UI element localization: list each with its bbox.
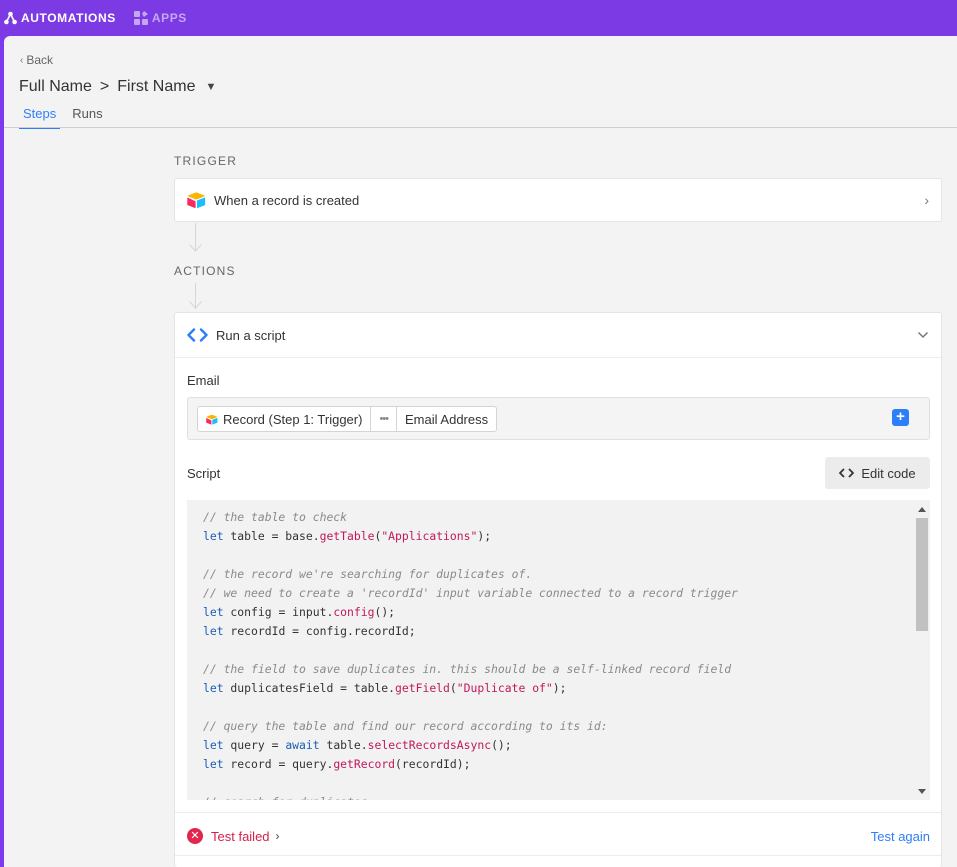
code-icon [187, 328, 208, 342]
nav-apps-label: APPS [151, 11, 187, 25]
script-label: Script [187, 466, 221, 481]
apps-icon [133, 11, 148, 25]
code-line: let query = await table.selectRecordsAsy… [203, 738, 512, 752]
run-script-card: Run a script Email Record (Step 1: Trigg… [174, 312, 942, 867]
code-line: let recordId = config.recordId; [203, 624, 416, 638]
test-status-row: ✕ Test failed › Test again [187, 824, 930, 848]
email-input-field[interactable]: Record (Step 1: Trigger) ••• Email Addre… [187, 397, 930, 440]
chevron-right-icon[interactable]: › [276, 829, 280, 843]
code-line: // we need to create a 'recordId' input … [203, 586, 738, 600]
automations-icon [4, 11, 17, 25]
tabs-divider [4, 127, 957, 128]
airtable-icon [187, 192, 206, 208]
token-record-segment[interactable]: Record (Step 1: Trigger) [198, 407, 370, 431]
error-icon: ✕ [187, 828, 203, 844]
test-again-button[interactable]: Test again [871, 829, 930, 844]
code-line: let duplicatesField = table.getField("Du… [203, 681, 567, 695]
tab-runs[interactable]: Runs [68, 106, 106, 129]
run-script-label: Run a script [216, 327, 286, 343]
automation-panel: ‹ Back Full Name > First Name ▼ Steps Ru… [4, 36, 957, 867]
scroll-down-arrow-icon[interactable] [918, 789, 926, 794]
add-token-button[interactable]: + [892, 409, 909, 426]
test-failed-status[interactable]: Test failed [211, 829, 270, 844]
edit-code-button[interactable]: Edit code [825, 457, 930, 489]
trigger-card-label: When a record is created [214, 192, 360, 208]
token-more-dots[interactable]: ••• [370, 407, 398, 431]
code-line: let config = input.config(); [203, 605, 396, 619]
title-separator: > [99, 78, 110, 95]
top-nav-bar: AUTOMATIONS APPS [0, 0, 957, 36]
page-title[interactable]: Full Name > First Name ▼ [19, 78, 216, 96]
arrow-down-icon [189, 301, 202, 309]
code-line: // search for duplicates [203, 793, 738, 800]
arrow-down-icon [189, 244, 202, 252]
tab-steps[interactable]: Steps [19, 106, 61, 129]
actions-section-label: ACTIONS [174, 264, 236, 278]
code-line: // query the table and find our record a… [203, 719, 608, 733]
nav-automations-label: AUTOMATIONS [21, 11, 116, 25]
caret-down-icon[interactable]: ▼ [205, 81, 216, 93]
scroll-thumb[interactable] [916, 518, 928, 631]
token-field-segment[interactable]: Email Address [397, 407, 496, 431]
back-label: Back [26, 53, 54, 67]
chevron-down-icon[interactable] [917, 331, 929, 339]
token-record-label: Record (Step 1: Trigger) [223, 411, 363, 427]
edit-code-label: Edit code [861, 465, 916, 481]
status-divider [175, 812, 941, 813]
trigger-section-label: TRIGGER [174, 154, 238, 168]
code-line: // the table to check [203, 510, 348, 524]
email-label: Email [187, 373, 220, 388]
nav-apps[interactable]: APPS [128, 0, 193, 36]
code-editor[interactable]: // the table to check let table = base.ge… [187, 500, 930, 800]
code-icon [839, 468, 855, 478]
code-line: // the field to save duplicates in. this… [203, 662, 732, 676]
nav-automations[interactable]: AUTOMATIONS [0, 0, 122, 36]
back-link[interactable]: ‹ Back [20, 53, 53, 67]
code-scrollbar[interactable] [914, 500, 930, 800]
chevron-right-icon: › [924, 192, 929, 208]
title-right: First Name [117, 78, 196, 95]
scroll-up-arrow-icon[interactable] [918, 507, 926, 512]
run-script-header[interactable]: Run a script [175, 313, 941, 358]
code-line: // the record we're searching for duplic… [203, 567, 533, 581]
trigger-card[interactable]: When a record is created › [174, 178, 942, 222]
chevron-left-icon: ‹ [20, 54, 24, 66]
bottom-divider [175, 855, 941, 856]
airtable-icon [206, 414, 218, 425]
email-token[interactable]: Record (Step 1: Trigger) ••• Email Addre… [197, 406, 498, 432]
tabs: Steps Runs [19, 106, 115, 129]
code-line: let record = query.getRecord(recordId); [203, 757, 471, 771]
code-line: let table = base.getTable("Applications"… [203, 529, 492, 543]
code-lines: // the table to check let table = base.ge… [203, 508, 738, 800]
title-left: Full Name [19, 78, 92, 95]
